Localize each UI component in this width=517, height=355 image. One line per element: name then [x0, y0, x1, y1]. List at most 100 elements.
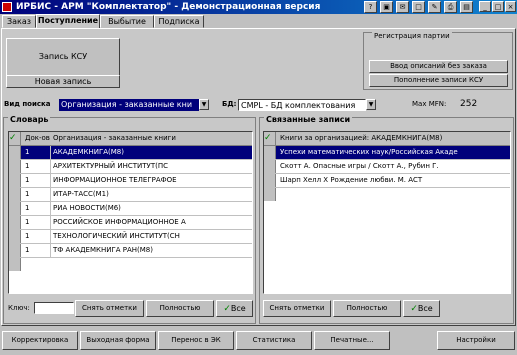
row-marker[interactable] [9, 244, 21, 257]
replenish-ksu-button[interactable]: Пополнение записи КСУ [369, 74, 508, 87]
cell-count: 1 [23, 174, 51, 187]
dictionary-table: ✓ Док-ов Организация - заказанные книги … [8, 131, 253, 294]
table-row[interactable]: 1 ТЕХНОЛОГИЧЕСКИЙ ИНСТИТУТ(СН [9, 230, 252, 244]
cell-count: 1 [23, 146, 51, 159]
table-row-empty [264, 188, 510, 201]
row-marker[interactable] [9, 202, 21, 215]
button-label: Все [417, 304, 433, 313]
row-marker[interactable] [9, 188, 21, 201]
cell-org: АКАДЕМКНИГА(М8) [53, 148, 124, 156]
correct-button[interactable]: Корректировка [2, 331, 78, 350]
key-label: Ключ: [8, 304, 30, 312]
printer-icon[interactable]: ⎙ [444, 1, 457, 13]
linked-table: ✓ Книги за организацией: АКАДЕМКНИГА(М8)… [263, 131, 511, 294]
table-row[interactable]: 1 АКАДЕМКНИГА(М8) [9, 146, 252, 160]
input-without-order-button[interactable]: Ввод описаний без заказа [369, 60, 508, 73]
tab-label: Подписка [158, 17, 200, 26]
max-mfn-label: Max MFN: [412, 100, 447, 108]
cell-org: ИНФОРМАЦИОННОЕ ТЕЛЕГРАФОЕ [53, 176, 177, 184]
cell-org: РИА НОВОСТИ(М6) [53, 204, 121, 212]
blank-icon[interactable]: □ [412, 1, 425, 13]
statistics-button[interactable]: Статистика [236, 331, 312, 350]
button-label: Выходная форма [86, 336, 150, 344]
book-icon[interactable]: ▣ [380, 1, 393, 13]
table-row[interactable]: 1 РИА НОВОСТИ(М6) [9, 202, 252, 216]
row-marker[interactable] [9, 216, 21, 229]
mail-icon[interactable]: ✉ [396, 1, 409, 13]
linked-select-all-button[interactable]: ✓Все [403, 300, 440, 317]
settings-button[interactable]: Настройки [437, 331, 515, 350]
table-row[interactable]: 1 РОССИЙСКОЕ ИНФОРМАЦИОННОЕ А [9, 216, 252, 230]
row-marker[interactable] [9, 146, 21, 159]
tab-receipt[interactable]: Поступление [36, 14, 100, 29]
row-marker[interactable] [264, 174, 276, 187]
db-label: БД: [222, 100, 237, 108]
button-label: Снять отметки [82, 304, 137, 312]
print-button[interactable]: Печатные... [314, 331, 390, 350]
check-icon[interactable]: ✓ [9, 132, 21, 145]
column-header-count[interactable]: Док-ов [23, 132, 51, 145]
button-label: Перенос в ЭК [171, 336, 221, 344]
cell-org: ТФ АКАДЕМКНИГА РАН(М8) [53, 246, 153, 254]
record-ksu-box[interactable]: Запись КСУ [6, 38, 120, 76]
edit-icon[interactable]: ✎ [428, 1, 441, 13]
tab-label: Поступление [37, 16, 99, 25]
window-title: ИРБИС - АРМ "Комплектатор" - Демонстраци… [16, 2, 321, 12]
maximize-icon[interactable]: □ [492, 1, 504, 12]
row-marker [264, 188, 276, 201]
search-kind-select[interactable]: Организация - заказанные кни [59, 99, 199, 111]
table-row[interactable]: 1 ТФ АКАДЕМКНИГА РАН(М8) [9, 244, 252, 258]
button-label: Полностью [346, 304, 388, 312]
button-label: Корректировка [11, 336, 69, 344]
select-all-button[interactable]: ✓Все [216, 300, 253, 317]
row-marker[interactable] [9, 174, 21, 187]
cell-org: ИТАР-ТАСС(М1) [53, 190, 109, 198]
button-label: Пополнение записи КСУ [393, 76, 484, 84]
db-select[interactable]: CMPL - БД комплектования [238, 99, 366, 111]
check-icon[interactable]: ✓ [264, 132, 276, 145]
window-icon[interactable]: ▤ [460, 1, 473, 13]
table-row[interactable]: Шарп Хелл X Рождение любви. М. АСТ [264, 174, 510, 188]
cell-org: ТЕХНОЛОГИЧЕСКИЙ ИНСТИТУТ(СН [53, 232, 180, 240]
table-row[interactable]: 1 ИНФОРМАЦИОННОЕ ТЕЛЕГРАФОЕ [9, 174, 252, 188]
table-row[interactable]: Скотт А. Опасные игры / Скотт А., Рубин … [264, 160, 510, 174]
help-icon[interactable]: ? [364, 1, 377, 13]
chevron-down-icon[interactable]: ▼ [199, 99, 209, 110]
record-ksu-label: Запись КСУ [38, 52, 88, 61]
chevron-down-icon[interactable]: ▼ [366, 99, 376, 110]
max-mfn-value: 252 [460, 99, 478, 109]
transfer-ek-button[interactable]: Перенос в ЭК [158, 331, 234, 350]
key-input[interactable] [34, 302, 74, 314]
tab-label: Заказ [6, 17, 32, 26]
button-label: Полностью [159, 304, 201, 312]
table-row[interactable]: Успехи математических наук/Российская Ак… [264, 146, 510, 160]
tab-order[interactable]: Заказ [2, 15, 36, 28]
linked-title: Связанные записи [264, 115, 353, 125]
db-value: CMPL - БД комплектования [241, 101, 356, 110]
close-icon[interactable]: × [505, 1, 516, 12]
new-record-label: Новая запись [34, 77, 92, 86]
table-row[interactable]: 1 АРХИТЕКТУРНЫЙ ИНСТИТУТ(ПС [9, 160, 252, 174]
button-label: Статистика [252, 336, 296, 344]
row-marker[interactable] [9, 160, 21, 173]
clear-marks-button[interactable]: Снять отметки [75, 300, 144, 317]
row-marker[interactable] [264, 146, 276, 159]
linked-full-button[interactable]: Полностью [333, 300, 401, 317]
minimize-icon[interactable]: _ [479, 1, 491, 12]
table-header: ✓ Док-ов Организация - заказанные книги [9, 132, 252, 146]
column-header-books[interactable]: Книги за организацией: АКАДЕМКНИГА(М8) [278, 132, 510, 145]
tab-subscription[interactable]: Подписка [154, 15, 204, 28]
dictionary-title: Словарь [8, 115, 51, 125]
linked-clear-marks-button[interactable]: Снять отметки [263, 300, 331, 317]
search-kind-value: Организация - заказанные кни [61, 100, 193, 109]
output-form-button[interactable]: Выходная форма [80, 331, 156, 350]
new-record-button[interactable]: Новая запись [6, 75, 120, 88]
table-row[interactable]: 1 ИТАР-ТАСС(М1) [9, 188, 252, 202]
row-marker[interactable] [264, 160, 276, 173]
check-icon: ✓ [410, 304, 418, 314]
row-marker[interactable] [9, 230, 21, 243]
table-row-empty [9, 258, 252, 271]
column-header-org[interactable]: Организация - заказанные книги [51, 132, 252, 145]
tab-disposal[interactable]: Выбытие [100, 15, 154, 28]
full-button[interactable]: Полностью [146, 300, 214, 317]
